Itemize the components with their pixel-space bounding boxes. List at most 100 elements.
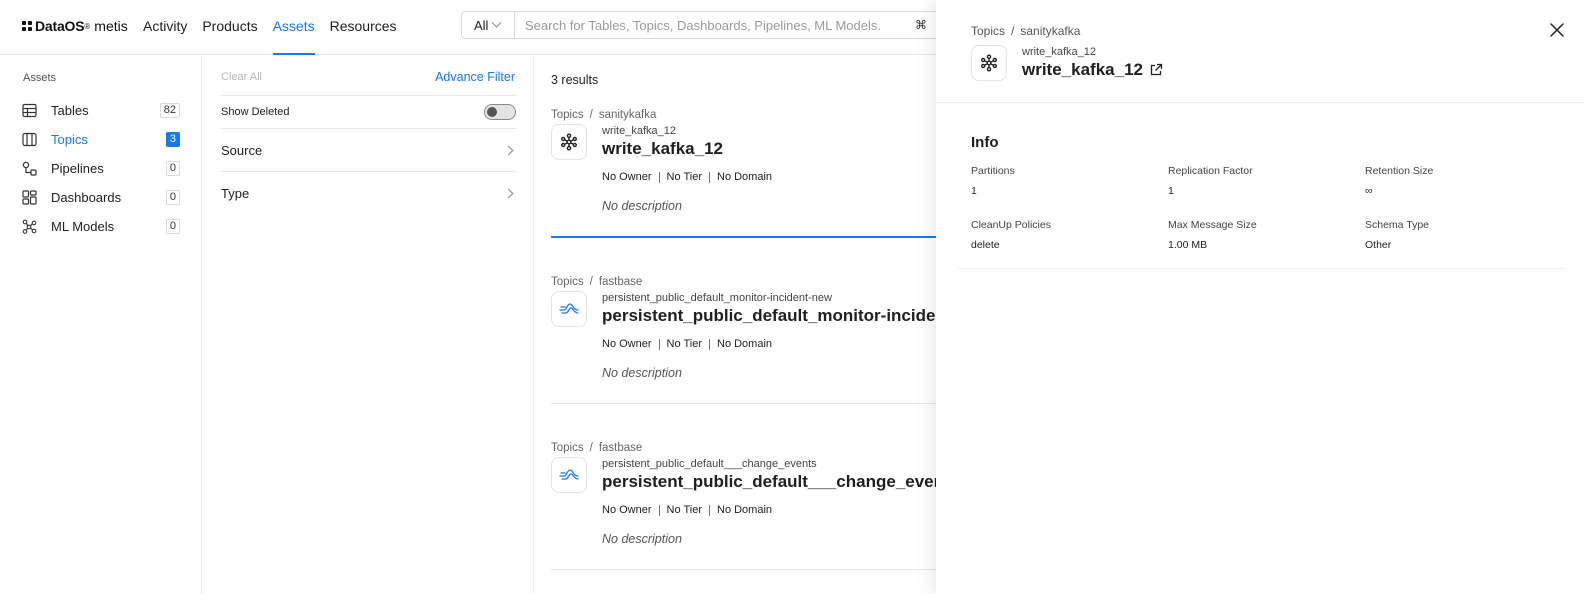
drawer-breadcrumb: Topics / sanitykafka: [971, 24, 1081, 38]
external-link-icon[interactable]: [1149, 63, 1163, 77]
sidebar-item-label: Dashboards: [51, 189, 122, 205]
info-field-value: ∞: [1365, 185, 1373, 197]
sidebar-item-label: Tables: [51, 102, 89, 118]
owner-label: No Owner: [602, 338, 652, 350]
sidebar-item-count: 0: [165, 189, 180, 205]
show-deleted-toggle[interactable]: [484, 104, 516, 120]
search-input[interactable]: [515, 17, 915, 33]
sidebar-title: Assets: [23, 72, 57, 84]
brand-registered-mark: ®: [84, 21, 91, 31]
domain-label: No Domain: [717, 338, 773, 350]
domain-label: No Domain: [717, 171, 773, 183]
breadcrumb-category[interactable]: Topics: [551, 109, 584, 121]
sidebar-item-count: 82: [159, 102, 180, 118]
brand-name: DataOS: [35, 18, 85, 34]
result-title[interactable]: persistent_public_default___change_event…: [602, 472, 936, 492]
breadcrumb-category[interactable]: Topics: [551, 442, 584, 454]
search-results: 3 results Topics / sanitykafka write_kafka…: [551, 56, 936, 594]
card-divider: [551, 403, 936, 404]
product-name: metis: [94, 18, 128, 34]
result-meta: No Owner No Tier No Domain: [602, 338, 772, 350]
breadcrumb: Topics / fastbase: [551, 442, 643, 454]
search-scope-select[interactable]: All: [462, 12, 515, 38]
info-field-label: Replication Factor: [1168, 165, 1253, 177]
result-card[interactable]: Topics / fastbase persistent_public_defaul…: [551, 442, 936, 570]
sidebar-item-topics[interactable]: Topics 3: [22, 128, 180, 150]
result-description: No description: [602, 532, 682, 546]
nav-assets[interactable]: Assets: [272, 0, 315, 55]
sidebar-item-count: 3: [165, 131, 180, 147]
pulsar-icon: [551, 457, 587, 493]
nav-resources[interactable]: Resources: [330, 0, 397, 55]
result-description: No description: [602, 199, 682, 213]
advance-filter-link[interactable]: Advance Filter: [435, 70, 515, 84]
breadcrumb-category[interactable]: Topics: [971, 24, 1005, 38]
info-field-partitions: Partitions 1: [971, 165, 1161, 197]
asset-type-sidebar: Assets Tables 82 Topics 3 Pipelines 0 Da…: [0, 56, 202, 594]
tier-label: No Tier: [666, 504, 702, 516]
info-field-label: Retention Size: [1365, 165, 1434, 177]
breadcrumb-category[interactable]: Topics: [551, 276, 584, 288]
result-subtitle: persistent_public_default___change_event…: [602, 458, 817, 470]
result-subtitle: persistent_public_default_monitor-incide…: [602, 292, 832, 304]
dataos-logo[interactable]: DataOS ® metis: [22, 18, 128, 34]
chevron-down-icon: [492, 17, 502, 28]
drawer-subtitle: write_kafka_12: [1022, 46, 1096, 58]
drawer-title: write_kafka_12: [1022, 60, 1143, 79]
card-divider: [551, 236, 936, 238]
kafka-icon: [971, 45, 1007, 81]
result-card[interactable]: Topics / fastbase persistent_public_defaul…: [551, 276, 936, 404]
breadcrumb: Topics / fastbase: [551, 276, 643, 288]
drawer-header: Topics / sanitykafka write_kafka_12 write_…: [936, 0, 1584, 103]
sidebar-item-label: Topics: [51, 131, 88, 147]
table-icon: [22, 103, 37, 118]
drawer-title-row: write_kafka_12: [1022, 60, 1163, 80]
info-field-label: Schema Type: [1365, 219, 1430, 231]
breadcrumb-service[interactable]: fastbase: [599, 276, 642, 288]
breadcrumb: Topics / sanitykafka: [551, 109, 657, 121]
sidebar-item-pipelines[interactable]: Pipelines 0: [22, 157, 180, 179]
show-deleted-label: Show Deleted: [221, 106, 290, 118]
info-field-label: Partitions: [971, 165, 1015, 177]
info-field-label: Max Message Size: [1168, 219, 1257, 231]
filter-section-label: Source: [221, 142, 263, 158]
info-field-max-message-size: Max Message Size 1.00 MB: [1168, 219, 1358, 251]
sidebar-item-dashboards[interactable]: Dashboards 0: [22, 186, 180, 208]
nav-activity[interactable]: Activity: [143, 0, 187, 55]
main-nav: Activity Products Assets Resources: [143, 0, 412, 55]
kafka-icon: [551, 124, 587, 160]
result-title[interactable]: persistent_public_default_monitor-incide…: [602, 306, 936, 326]
nav-products[interactable]: Products: [202, 0, 257, 55]
card-divider: [551, 569, 936, 570]
sidebar-item-label: ML Models: [51, 218, 115, 234]
breadcrumb-service[interactable]: sanitykafka: [599, 109, 657, 121]
info-field-schema-type: Schema Type Other: [1365, 219, 1555, 251]
result-title[interactable]: write_kafka_12: [602, 139, 723, 159]
dashboard-icon: [22, 189, 37, 205]
info-field-value: Other: [1365, 239, 1392, 251]
breadcrumb-service[interactable]: sanitykafka: [1020, 24, 1080, 38]
result-meta: No Owner No Tier No Domain: [602, 171, 772, 183]
owner-label: No Owner: [602, 171, 652, 183]
command-key-icon: ⌘: [915, 18, 927, 32]
sidebar-item-count: 0: [165, 218, 180, 234]
chevron-right-icon: [503, 145, 514, 155]
breadcrumb-service[interactable]: fastbase: [599, 442, 642, 454]
close-icon[interactable]: [1548, 21, 1566, 39]
show-deleted-row: Show Deleted: [221, 95, 516, 128]
domain-label: No Domain: [717, 504, 773, 516]
info-field-value: delete: [971, 239, 1000, 251]
owner-label: No Owner: [602, 504, 652, 516]
result-meta: No Owner No Tier No Domain: [602, 504, 772, 516]
clear-all-button[interactable]: Clear All: [221, 71, 262, 83]
asset-detail-drawer: Topics / sanitykafka write_kafka_12 write_…: [936, 0, 1584, 594]
filter-section-source[interactable]: Source: [221, 128, 516, 171]
tier-label: No Tier: [666, 338, 702, 350]
result-card[interactable]: Topics / sanitykafka write_kafka_12 write_…: [551, 109, 936, 238]
search-scope-value: All: [474, 17, 489, 33]
pipeline-icon: [22, 161, 37, 176]
sidebar-item-tables[interactable]: Tables 82: [22, 99, 180, 121]
sidebar-item-ml-models[interactable]: ML Models 0: [22, 215, 180, 237]
tier-label: No Tier: [666, 171, 702, 183]
filter-section-type[interactable]: Type: [221, 171, 516, 214]
